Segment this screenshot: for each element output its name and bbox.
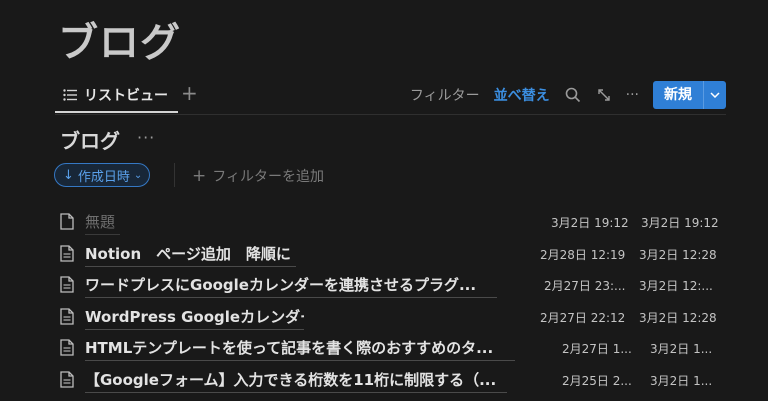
document-icon [60,307,74,325]
plus-icon: + [192,166,207,186]
chevron-down-icon[interactable] [703,81,726,109]
list-item-title[interactable]: 【Googleフォーム】入力できる桁数を11桁に制限する（... [85,369,507,393]
edited-time: 3月2日 19:12 [641,216,719,230]
arrow-down-icon: ↓ [63,167,74,183]
database-title[interactable]: ブログ [60,125,120,154]
document-icon [60,213,74,230]
new-button-label: 新規 [664,87,692,103]
sort-chip-label: 作成日時 [77,169,130,185]
list-item-title[interactable]: HTMLテンプレートを使って記事を書く際のおすすめのタ... [85,337,515,361]
new-button[interactable]: 新規 [653,81,726,109]
edited-time: 3月2日 1... [650,373,713,388]
created-time: 3月2日 19:12 [551,216,629,230]
created-time: 2月27日 22:12 [540,310,626,325]
list-item[interactable]: ワードプレスにGoogleカレンダーを連携させるプラグ... 2月27日 23:.… [58,269,728,301]
sort-button[interactable]: 並べ替え [494,85,550,105]
list-item[interactable]: 【Googleフォーム】入力できる桁数を11桁に制限する（... 2月25日 2.… [58,364,728,396]
created-time: 2月28日 12:19 [540,247,626,262]
toolbar: フィルター 並べ替え ··· 新規 [410,81,726,109]
add-view-button[interactable]: + [181,81,198,105]
document-icon [60,370,74,388]
tab-list-view[interactable]: リストビュー [55,80,178,113]
page-list: 無題 3月2日 19:12 3月2日 19:12 Notion ページ追加 降順に 2月… [58,206,728,395]
edited-time: 3月2日 12:28 [639,310,717,325]
list-item[interactable]: Notion ページ追加 降順に 2月28日 12:19 3月2日 12:28 [58,238,728,270]
created-time: 2月27日 1... [562,342,632,356]
database-more-icon[interactable]: ··· [137,128,155,147]
document-icon [60,339,74,356]
add-filter-label: フィルターを追加 [212,169,324,185]
list-item-title[interactable]: WordPress Googleカレンダー [85,306,304,330]
view-tab-bar: リストビュー + フィルター 並べ替え ··· 新規 [55,80,726,115]
edited-time: 3月2日 12:... [639,279,713,293]
list-icon [63,89,77,101]
list-item-title[interactable]: ワードプレスにGoogleカレンダーを連携させるプラグ... [85,274,497,298]
created-time: 2月27日 23:... [544,279,626,293]
list-item[interactable]: 無題 3月2日 19:12 3月2日 19:12 [58,206,728,238]
list-item[interactable]: WordPress Googleカレンダー 2月27日 22:12 3月2日 12:… [58,301,728,333]
divider [174,163,175,187]
document-icon [60,276,74,293]
list-item[interactable]: HTMLテンプレートを使って記事を書く際のおすすめのタ... 2月27日 1...… [58,332,728,364]
edited-time: 3月2日 1... [650,342,713,356]
add-filter-button[interactable]: + フィルターを追加 [192,166,324,186]
tab-label: リストビュー [84,88,168,104]
more-options-icon[interactable]: ··· [626,87,639,103]
sort-chip-created[interactable]: ↓ 作成日時 ⌄ [54,163,151,187]
chevron-down-icon: ⌄ [133,169,143,181]
expand-icon[interactable] [595,86,613,104]
page-title: ブログ [58,20,181,66]
document-icon [60,244,74,262]
created-time: 2月25日 2... [562,373,632,388]
edited-time: 3月2日 12:28 [639,247,717,262]
filter-button[interactable]: フィルター [410,85,480,105]
list-item-title[interactable]: Notion ページ追加 降順に [85,243,296,267]
search-icon[interactable] [564,86,582,104]
list-item-title[interactable]: 無題 [85,211,120,235]
